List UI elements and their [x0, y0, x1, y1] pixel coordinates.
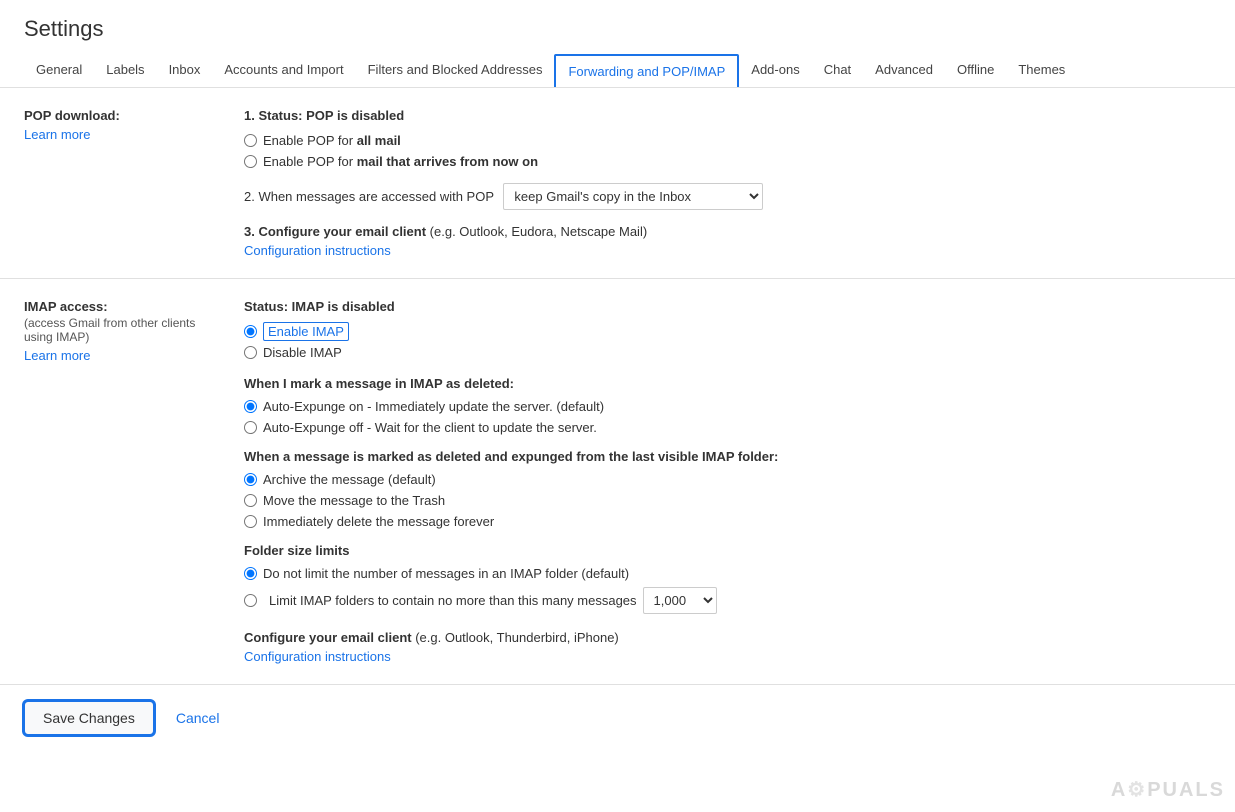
- pop-configure-row: 3. Configure your email client (e.g. Out…: [244, 224, 1211, 239]
- imap-learn-more[interactable]: Learn more: [24, 348, 224, 363]
- limit-radio[interactable]: [244, 594, 257, 607]
- no-limit-radio[interactable]: [244, 567, 257, 580]
- pop-configure-label: 3. Configure your email client: [244, 224, 426, 239]
- tab-accounts-import[interactable]: Accounts and Import: [212, 54, 355, 87]
- pop-section-label: POP download:: [24, 108, 224, 123]
- archive-label: Archive the message (default): [263, 472, 436, 487]
- no-limit-label: Do not limit the number of messages in a…: [263, 566, 629, 581]
- imap-disable-radio[interactable]: [244, 346, 257, 359]
- imap-disable-label: Disable IMAP: [263, 345, 342, 360]
- pop-when-select[interactable]: keep Gmail's copy in the Inbox mark Gmai…: [503, 183, 763, 210]
- pop-new-label: Enable POP for mail that arrives from no…: [263, 154, 538, 169]
- archive-option: Archive the message (default): [244, 472, 1211, 487]
- folder-size-heading: Folder size limits: [244, 543, 1211, 558]
- settings-content: POP download: Learn more 1. Status: POP …: [0, 88, 1235, 685]
- imap-disable-option: Disable IMAP: [244, 345, 1211, 360]
- pop-all-mail-option: Enable POP for all mail: [244, 133, 1211, 148]
- pop-when-label: 2. When messages are accessed with POP: [244, 189, 494, 204]
- pop-learn-more[interactable]: Learn more: [24, 127, 224, 142]
- imap-enable-radio[interactable]: [244, 325, 257, 338]
- imap-configure-sub: (e.g. Outlook, Thunderbird, iPhone): [415, 630, 619, 645]
- tab-inbox[interactable]: Inbox: [157, 54, 213, 87]
- imap-configure-row: Configure your email client (e.g. Outloo…: [244, 630, 1211, 645]
- imap-enable-option: Enable IMAP: [244, 324, 1211, 339]
- auto-expunge-off-radio[interactable]: [244, 421, 257, 434]
- archive-radio[interactable]: [244, 473, 257, 486]
- auto-expunge-on-option: Auto-Expunge on - Immediately update the…: [244, 399, 1211, 414]
- pop-when-row: 2. When messages are accessed with POP k…: [244, 183, 1211, 210]
- no-limit-option: Do not limit the number of messages in a…: [244, 566, 1211, 581]
- trash-radio[interactable]: [244, 494, 257, 507]
- limit-select[interactable]: 1,000 2,000 5,000 10,000: [643, 587, 717, 614]
- imap-status: Status: IMAP is disabled: [244, 299, 1211, 314]
- auto-expunge-on-radio[interactable]: [244, 400, 257, 413]
- watermark: A⚙PUALS: [1111, 777, 1225, 802]
- footer-bar: Save Changes Cancel: [0, 685, 1235, 751]
- imap-label-area: IMAP access: (access Gmail from other cl…: [24, 299, 244, 664]
- imap-configure-label: Configure your email client: [244, 630, 412, 645]
- delete-forever-label: Immediately delete the message forever: [263, 514, 494, 529]
- pop-configure-sub: (e.g. Outlook, Eudora, Netscape Mail): [430, 224, 648, 239]
- pop-config-link[interactable]: Configuration instructions: [244, 243, 391, 258]
- limit-label: Limit IMAP folders to contain no more th…: [269, 593, 637, 608]
- imap-config-link[interactable]: Configuration instructions: [244, 649, 391, 664]
- save-changes-button[interactable]: Save Changes: [24, 701, 154, 735]
- imap-content: Status: IMAP is disabled Enable IMAP Dis…: [244, 299, 1211, 664]
- auto-expunge-off-option: Auto-Expunge off - Wait for the client t…: [244, 420, 1211, 435]
- pop-new-mail-option: Enable POP for mail that arrives from no…: [244, 154, 1211, 169]
- tab-general[interactable]: General: [24, 54, 94, 87]
- tab-forwarding[interactable]: Forwarding and POP/IMAP: [554, 54, 739, 87]
- pop-section: POP download: Learn more 1. Status: POP …: [0, 88, 1235, 279]
- pop-new-radio[interactable]: [244, 155, 257, 168]
- tab-chat[interactable]: Chat: [812, 54, 863, 87]
- tab-labels[interactable]: Labels: [94, 54, 156, 87]
- imap-expunged-heading: When a message is marked as deleted and …: [244, 449, 1211, 464]
- tab-addons[interactable]: Add-ons: [739, 54, 811, 87]
- cancel-button[interactable]: Cancel: [162, 702, 234, 734]
- pop-content: 1. Status: POP is disabled Enable POP fo…: [244, 108, 1211, 258]
- trash-option: Move the message to the Trash: [244, 493, 1211, 508]
- auto-expunge-on-label: Auto-Expunge on - Immediately update the…: [263, 399, 604, 414]
- pop-all-radio[interactable]: [244, 134, 257, 147]
- page-header: Settings General Labels Inbox Accounts a…: [0, 0, 1235, 88]
- delete-forever-radio[interactable]: [244, 515, 257, 528]
- imap-section-subtitle: (access Gmail from other clients using I…: [24, 316, 224, 344]
- pop-label-area: POP download: Learn more: [24, 108, 244, 258]
- pop-status: 1. Status: POP is disabled: [244, 108, 1211, 123]
- limit-option: Limit IMAP folders to contain no more th…: [244, 587, 1211, 614]
- tab-advanced[interactable]: Advanced: [863, 54, 945, 87]
- auto-expunge-off-label: Auto-Expunge off - Wait for the client t…: [263, 420, 597, 435]
- page-title: Settings: [24, 16, 1211, 42]
- delete-forever-option: Immediately delete the message forever: [244, 514, 1211, 529]
- pop-all-label: Enable POP for all mail: [263, 133, 401, 148]
- imap-section: IMAP access: (access Gmail from other cl…: [0, 279, 1235, 685]
- tab-filters[interactable]: Filters and Blocked Addresses: [356, 54, 555, 87]
- imap-enable-label: Enable IMAP: [263, 324, 349, 339]
- gear-icon: ⚙: [1127, 779, 1147, 801]
- imap-deleted-heading: When I mark a message in IMAP as deleted…: [244, 376, 1211, 391]
- tabs-nav: General Labels Inbox Accounts and Import…: [24, 54, 1211, 87]
- trash-label: Move the message to the Trash: [263, 493, 445, 508]
- tab-themes[interactable]: Themes: [1006, 54, 1077, 87]
- imap-section-label: IMAP access:: [24, 299, 224, 314]
- tab-offline[interactable]: Offline: [945, 54, 1006, 87]
